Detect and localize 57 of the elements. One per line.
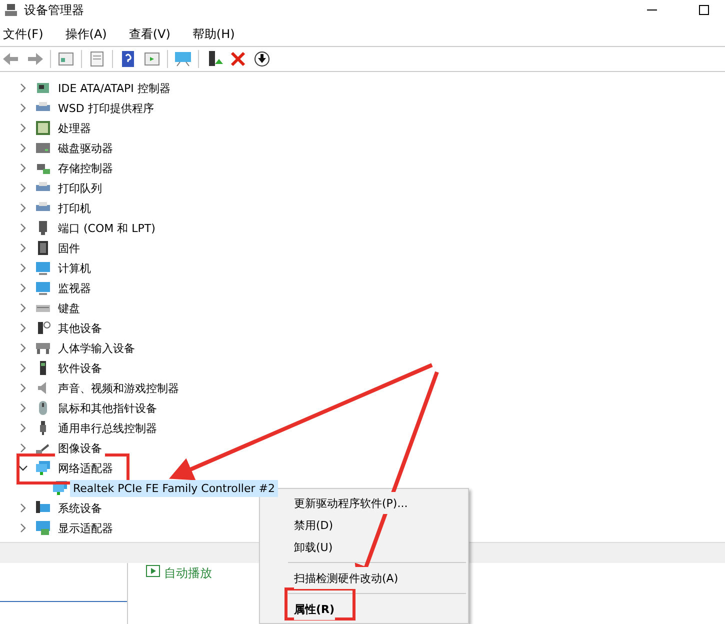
tree-item-label: Realtek PCIe FE Family Controller #2 xyxy=(70,480,278,496)
close-icon[interactable] xyxy=(229,50,247,68)
download-circle-icon[interactable] xyxy=(253,50,271,68)
highlight-frame xyxy=(284,588,356,620)
tree-item[interactable]: 存储控制器 xyxy=(0,158,116,178)
network-icon xyxy=(35,460,51,476)
chip-icon xyxy=(35,240,51,256)
panel-icon[interactable] xyxy=(57,50,75,68)
tree-item[interactable]: Realtek PCIe FE Family Controller #2 xyxy=(0,478,278,498)
tree-item[interactable]: 打印队列 xyxy=(0,178,105,198)
tree-item[interactable]: 其他设备 xyxy=(0,318,105,338)
play-icon xyxy=(146,565,160,577)
tree-item[interactable]: 计算机 xyxy=(0,258,94,278)
window-title: 设备管理器 xyxy=(24,2,84,18)
monitor-icon xyxy=(35,280,51,296)
chip-icon xyxy=(35,80,51,96)
processor-icon xyxy=(35,120,51,136)
tree-item[interactable]: 固件 xyxy=(0,238,83,258)
tree-item[interactable]: 通用串行总线控制器 xyxy=(0,418,160,438)
menu-item[interactable]: 操作(A) xyxy=(65,26,107,42)
display-adapter-icon xyxy=(35,520,51,536)
tree-item[interactable]: 系统设备 xyxy=(0,498,105,518)
monitor-icon[interactable] xyxy=(174,50,192,68)
back-arrow-icon[interactable] xyxy=(2,50,20,68)
menu-item[interactable]: 查看(V) xyxy=(128,26,170,42)
help-icon[interactable] xyxy=(119,50,137,68)
context-menu-item[interactable]: 扫描检测硬件改动(A) xyxy=(294,567,398,589)
chevron-down-icon[interactable] xyxy=(18,463,28,473)
computer-icon xyxy=(35,500,51,516)
tree-item[interactable]: 监视器 xyxy=(0,278,94,298)
context-menu-item[interactable]: 更新驱动程序软件(P)... xyxy=(294,492,408,514)
tree-item[interactable]: 显示适配器 xyxy=(0,518,116,538)
tree-item[interactable]: 端口 (COM 和 LPT) xyxy=(0,218,158,238)
menu-item[interactable]: 帮助(H) xyxy=(192,26,235,42)
forward-arrow-icon[interactable] xyxy=(26,50,44,68)
tree-item[interactable]: WSD 打印提供程序 xyxy=(0,98,157,118)
tree-item[interactable]: 声音、视频和游戏控制器 xyxy=(0,378,182,398)
maximize-icon[interactable] xyxy=(699,5,709,15)
monitor-icon xyxy=(35,260,51,276)
tree-item[interactable]: 鼠标和其他指针设备 xyxy=(0,398,160,418)
device-manager-icon xyxy=(4,3,18,17)
tree-item[interactable]: 人体学输入设备 xyxy=(0,338,138,358)
tree-item[interactable]: 软件设备 xyxy=(0,358,105,378)
network-icon xyxy=(52,480,68,496)
autoplay-label: 自动播放 xyxy=(164,565,212,582)
tree-item[interactable]: 处理器 xyxy=(0,118,94,138)
panel-icon[interactable] xyxy=(143,50,161,68)
tree-item[interactable]: IDE ATA/ATAPI 控制器 xyxy=(0,78,174,98)
device-question-icon xyxy=(35,320,51,336)
menu-item[interactable]: 文件(F) xyxy=(3,26,44,42)
tree-item[interactable]: 打印机 xyxy=(0,198,94,218)
document-icon[interactable] xyxy=(88,50,106,68)
tree-item[interactable]: 图像设备 xyxy=(0,438,105,458)
tree-item[interactable]: 磁盘驱动器 xyxy=(0,138,116,158)
tree-item[interactable]: 网络适配器 xyxy=(0,458,116,478)
tree-item[interactable]: 键盘 xyxy=(0,298,83,318)
drive-icon xyxy=(35,140,51,156)
